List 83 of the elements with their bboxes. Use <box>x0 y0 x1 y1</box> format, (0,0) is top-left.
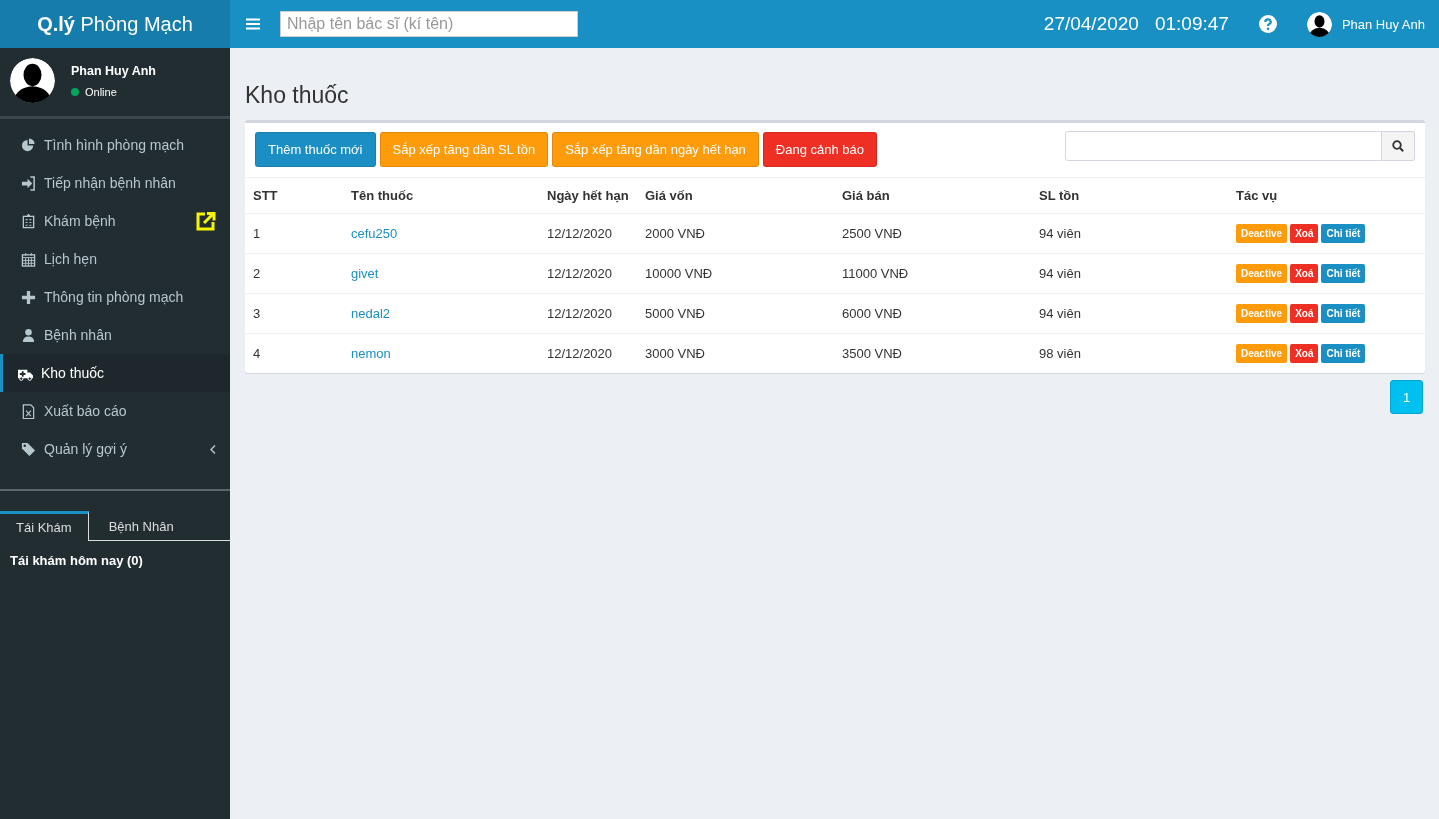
column-header: Giá bán <box>834 178 1031 214</box>
page-button[interactable]: 1 <box>1390 380 1423 414</box>
table-cell: 2 <box>245 253 343 294</box>
sidebar-user-avatar <box>10 58 55 103</box>
table-cell: 12/12/2020 <box>539 333 637 373</box>
column-header: Tên thuốc <box>343 178 539 214</box>
sidebar-tab[interactable]: Tái Khám <box>0 511 89 541</box>
row-action-button[interactable]: Chi tiết <box>1321 344 1366 363</box>
sidebar-item[interactable]: Thông tin phòng mạch <box>0 278 230 316</box>
sidebar-user-name: Phan Huy Anh <box>71 64 156 78</box>
row-action-button[interactable]: Chi tiết <box>1321 224 1366 243</box>
menu-button[interactable] <box>244 16 262 32</box>
search-button[interactable] <box>1382 130 1415 161</box>
drug-name-link[interactable]: givet <box>351 266 379 281</box>
row-action-button[interactable]: Chi tiết <box>1321 264 1366 283</box>
drug-name-link[interactable]: nemon <box>351 346 391 361</box>
column-header: Giá vốn <box>637 178 834 214</box>
drug-name-link[interactable]: nedal2 <box>351 306 391 321</box>
calendar-icon <box>21 251 36 267</box>
row-action-button[interactable]: Deactive <box>1236 264 1288 283</box>
toolbar-button[interactable]: Thêm thuốc mới <box>255 132 376 167</box>
pie-chart-icon <box>21 137 36 153</box>
table-cell: 94 viên <box>1031 293 1228 334</box>
table-cell: 5000 VNĐ <box>637 293 834 334</box>
sidebar-item[interactable]: Bệnh nhân <box>0 316 230 354</box>
table-cell: 10000 VNĐ <box>637 253 834 294</box>
toolbar-button[interactable]: Đang cảnh báo <box>762 132 878 167</box>
app-brand[interactable]: Q.lý Phòng Mạch <box>0 0 230 48</box>
tab-content-heading: Tái khám hôm nay (0) <box>9 552 144 570</box>
user-icon <box>21 327 36 343</box>
table-cell: 6000 VNĐ <box>834 293 1031 334</box>
table-cell: 3 <box>245 293 343 334</box>
current-date: 27/04/2020 <box>1043 13 1139 35</box>
column-header: Ngày hết hạn <box>539 178 637 214</box>
sidebar-item[interactable]: Quản lý gợi ý <box>0 430 230 468</box>
drug-name-link[interactable]: cefu250 <box>351 226 398 241</box>
table-cell: 12/12/2020 <box>539 213 637 254</box>
column-header: STT <box>245 178 343 214</box>
table-cell: 98 viên <box>1031 333 1228 373</box>
table-cell: 2000 VNĐ <box>637 213 834 254</box>
search-icon <box>1392 139 1404 152</box>
table-cell: 94 viên <box>1031 253 1228 294</box>
table-cell: 4 <box>245 333 343 373</box>
sidebar-item[interactable]: Tiếp nhận bệnh nhân <box>0 164 230 202</box>
toolbar-button[interactable]: Sắp xếp tăng dần ngày hết hạn <box>552 132 759 167</box>
plus-icon <box>21 289 36 305</box>
excel-file-icon <box>21 403 36 419</box>
row-action-button[interactable]: Xoá <box>1290 264 1319 283</box>
row-action-button[interactable]: Xoá <box>1290 304 1319 323</box>
table-cell: 3500 VNĐ <box>834 333 1031 373</box>
table-cell: 1 <box>245 213 343 254</box>
table-cell: 94 viên <box>1031 213 1228 254</box>
sidebar-item[interactable]: Kho thuốc <box>0 354 230 392</box>
page-title: Kho thuốc <box>245 82 349 109</box>
row-action-button[interactable]: Xoá <box>1290 224 1319 243</box>
current-time: 01:09:47 <box>1154 13 1229 35</box>
table-cell: 12/12/2020 <box>539 293 637 334</box>
external-link-icon[interactable] <box>195 210 216 232</box>
table-search-field[interactable] <box>1065 130 1382 161</box>
column-header: SL tồn <box>1031 178 1228 214</box>
row-action-button[interactable]: Xoá <box>1290 344 1319 363</box>
sign-in-icon <box>21 175 36 191</box>
column-header: Tác vụ <box>1228 178 1425 214</box>
table-cell: 11000 VNĐ <box>834 253 1031 294</box>
row-action-button[interactable]: Chi tiết <box>1321 304 1366 323</box>
table-cell: 3000 VNĐ <box>637 333 834 373</box>
doctor-search-field[interactable]: Nhập tên bác sĩ (kí tên) <box>280 11 578 37</box>
row-action-button[interactable]: Deactive <box>1236 344 1288 363</box>
user-avatar <box>1306 11 1332 37</box>
sidebar-item[interactable]: Khám bệnh <box>0 202 230 240</box>
tags-icon <box>21 441 36 457</box>
row-action-button[interactable]: Deactive <box>1236 304 1288 323</box>
sidebar-item[interactable]: Lịch hẹn <box>0 240 230 278</box>
sidebar-item[interactable]: Xuất báo cáo <box>0 392 230 430</box>
user-status: Online <box>85 86 117 98</box>
help-icon[interactable] <box>1258 15 1277 33</box>
table-cell: 2500 VNĐ <box>834 213 1031 254</box>
sidebar-tab[interactable]: Bệnh Nhân <box>88 511 230 541</box>
header-user-name[interactable]: Phan Huy Anh <box>1341 16 1425 32</box>
sidebar-item[interactable]: Tình hình phòng mạch <box>0 126 230 164</box>
table-cell: 12/12/2020 <box>539 253 637 294</box>
row-action-button[interactable]: Deactive <box>1236 224 1288 243</box>
toolbar-button[interactable]: Sắp xếp tăng dần SL tồn <box>379 132 549 167</box>
